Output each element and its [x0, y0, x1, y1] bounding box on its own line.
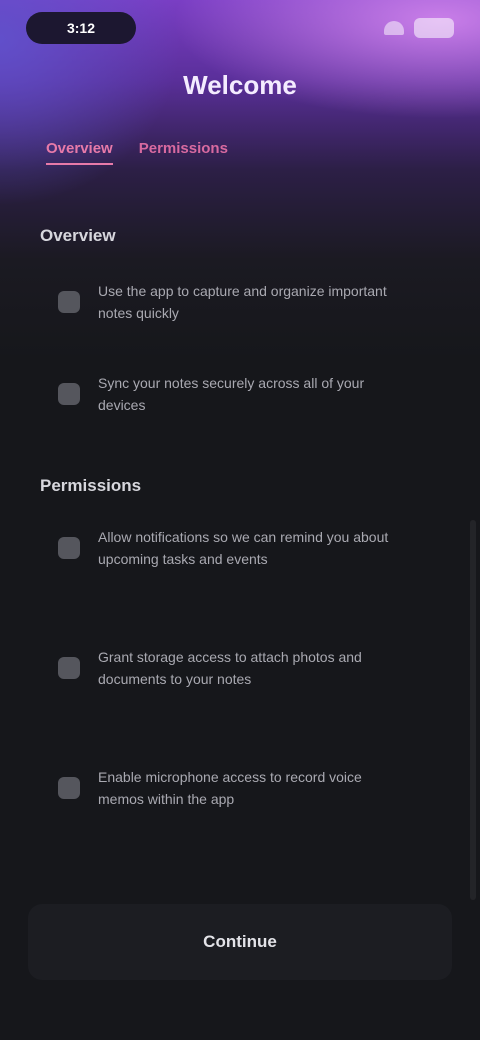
tab-permissions[interactable]: Permissions — [139, 140, 228, 165]
scrollbar[interactable] — [470, 520, 476, 900]
list-item[interactable]: Allow notifications so we can remind you… — [58, 526, 408, 570]
section-title-permissions: Permissions — [40, 476, 142, 495]
tab-overview[interactable]: Overview — [46, 140, 113, 165]
checkbox-icon[interactable] — [58, 537, 80, 559]
list-item-text: Use the app to capture and organize impo… — [98, 283, 387, 321]
wifi-icon — [384, 21, 404, 35]
battery-icon — [414, 18, 454, 38]
checkbox-icon[interactable] — [58, 657, 80, 679]
checkbox-icon[interactable] — [58, 291, 80, 313]
continue-button[interactable]: Continue — [183, 922, 297, 962]
status-bar: 3:12 — [26, 10, 454, 46]
list-item[interactable]: Enable microphone access to record voice… — [58, 766, 408, 810]
page-title: Welcome — [183, 70, 297, 100]
list-item[interactable]: Grant storage access to attach photos an… — [58, 646, 408, 690]
list-item-text: Sync your notes securely across all of y… — [98, 375, 365, 413]
section-title-overview: Overview — [40, 226, 116, 245]
status-time: 3:12 — [26, 12, 136, 44]
tab-bar: Overview Permissions — [46, 140, 228, 165]
list-item-text: Grant storage access to attach photos an… — [98, 649, 362, 687]
status-icons — [384, 18, 454, 38]
list-item[interactable]: Use the app to capture and organize impo… — [58, 280, 408, 324]
list-item-text: Allow notifications so we can remind you… — [98, 529, 389, 567]
checkbox-icon[interactable] — [58, 777, 80, 799]
checkbox-icon[interactable] — [58, 383, 80, 405]
list-item-text: Enable microphone access to record voice… — [98, 769, 362, 807]
footer-bar: Continue — [28, 904, 452, 980]
list-item[interactable]: Sync your notes securely across all of y… — [58, 372, 408, 416]
